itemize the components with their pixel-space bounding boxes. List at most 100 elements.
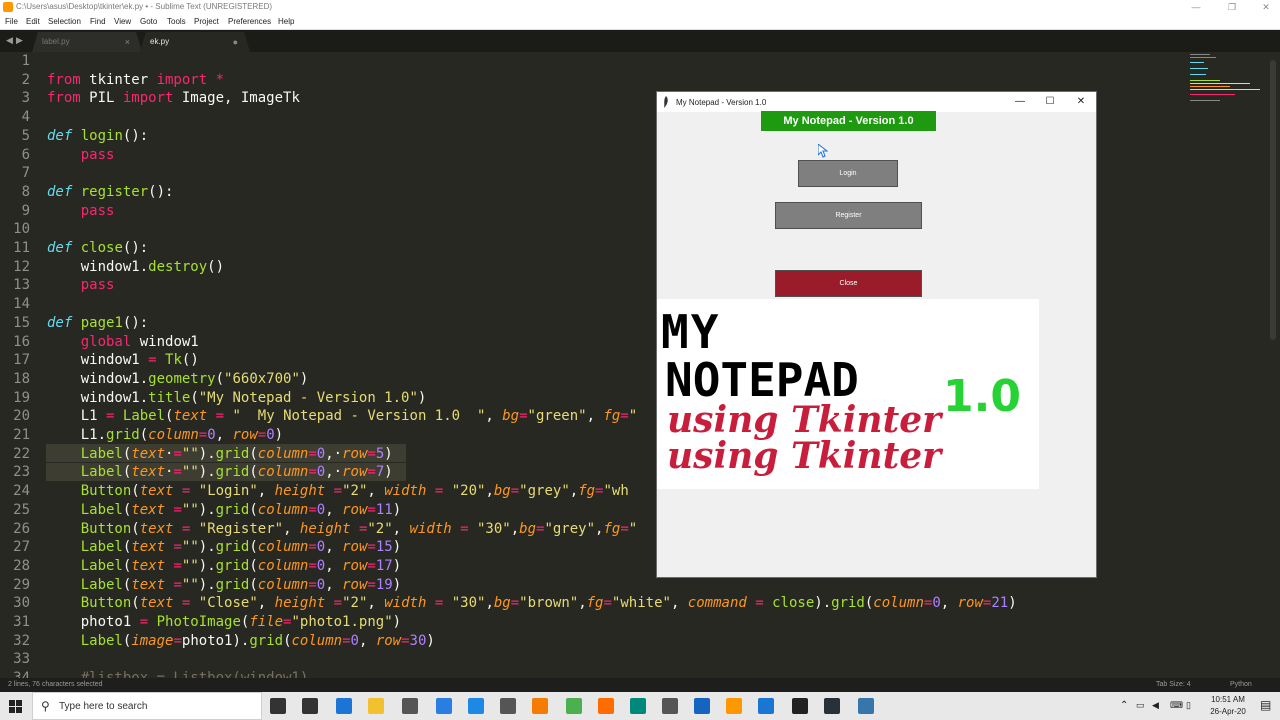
- search-app-icon[interactable]: [532, 698, 548, 714]
- tray-chevron-icon[interactable]: ⌃: [1120, 700, 1128, 711]
- task-view-icon[interactable]: [302, 698, 318, 714]
- code-line[interactable]: Button(text = "Login", height ="2", widt…: [47, 483, 629, 499]
- edge-icon[interactable]: [336, 698, 352, 714]
- register-button[interactable]: Register: [775, 202, 922, 229]
- terminal-icon[interactable]: [824, 698, 840, 714]
- menu-file[interactable]: File: [5, 17, 18, 26]
- code-line[interactable]: pass: [47, 277, 115, 293]
- package-icon[interactable]: [662, 698, 678, 714]
- search-placeholder: Type here to search: [59, 701, 148, 712]
- code-line[interactable]: Button(text = "Close", height ="2", widt…: [47, 595, 1017, 611]
- status-syntax[interactable]: Python: [1230, 681, 1252, 688]
- line-number: 5: [21, 127, 30, 144]
- code-line[interactable]: window1 = Tk(): [47, 352, 199, 368]
- am-app-icon[interactable]: [694, 698, 710, 714]
- mail-icon[interactable]: [436, 698, 452, 714]
- status-tab-size[interactable]: Tab Size: 4: [1156, 681, 1191, 688]
- tab-scroll-left-icon[interactable]: ◀: [6, 35, 13, 46]
- photos-icon[interactable]: [468, 698, 484, 714]
- code-line[interactable]: window1.title("My Notepad - Version 1.0"…: [47, 390, 427, 406]
- tab-close-icon[interactable]: ×: [125, 32, 130, 52]
- taskbar-search-input[interactable]: ⚲ Type here to search: [32, 692, 262, 720]
- network-icon[interactable]: ▭: [1136, 700, 1145, 711]
- line-number: 16: [13, 333, 30, 350]
- tab-dirty-icon[interactable]: ●: [233, 32, 238, 52]
- code-line[interactable]: global window1: [47, 334, 199, 350]
- sublime-icon[interactable]: [726, 698, 742, 714]
- file-explorer-icon[interactable]: [368, 698, 384, 714]
- python-icon[interactable]: [858, 698, 874, 714]
- tray-date[interactable]: 26-Apr-20: [1206, 707, 1250, 716]
- menu-edit[interactable]: Edit: [26, 17, 40, 26]
- snip-icon[interactable]: [500, 698, 516, 714]
- code-line[interactable]: Label(image=photo1).grid(column=0, row=3…: [47, 633, 435, 649]
- notifications-icon[interactable]: ▤: [1260, 698, 1271, 712]
- minimize-button[interactable]: —: [1184, 0, 1208, 14]
- code-line[interactable]: from tkinter import *: [47, 72, 224, 88]
- code-line[interactable]: Label(text ="").grid(column=0, row=19): [47, 577, 401, 593]
- menu-find[interactable]: Find: [90, 17, 106, 26]
- tk-window-title: My Notepad - Version 1.0: [676, 98, 767, 107]
- keyboard-icon[interactable]: ⌨: [1170, 700, 1183, 711]
- code-line[interactable]: L1 = Label(text = " My Notepad - Version…: [47, 408, 637, 424]
- notepad-icon[interactable]: [758, 698, 774, 714]
- menu-help[interactable]: Help: [278, 17, 294, 26]
- firefox-icon[interactable]: [598, 698, 614, 714]
- volume-icon[interactable]: ◀: [1152, 700, 1159, 711]
- code-line[interactable]: Button(text = "Register", height ="2", w…: [47, 521, 637, 537]
- code-line[interactable]: def register():: [47, 184, 173, 200]
- tab-scroll-right-icon[interactable]: ▶: [16, 35, 23, 46]
- code-line[interactable]: window1.geometry("660x700"): [47, 371, 309, 387]
- tab-label: label.py: [42, 37, 70, 46]
- tab-label: ek.py: [150, 37, 170, 46]
- maps-icon[interactable]: [630, 698, 646, 714]
- code-line[interactable]: Label(text ="").grid(column=0, row=11): [47, 502, 401, 518]
- cortana-icon[interactable]: [270, 698, 286, 714]
- code-line[interactable]: def page1():: [47, 315, 148, 331]
- line-number: 27: [13, 539, 30, 556]
- menu-tools[interactable]: Tools: [167, 17, 186, 26]
- code-line[interactable]: def close():: [47, 240, 148, 256]
- code-line[interactable]: pass: [47, 203, 115, 219]
- code-line[interactable]: from PIL import Image, ImageTk: [47, 90, 300, 106]
- tk-close-button[interactable]: ✕: [1066, 93, 1096, 111]
- menu-project[interactable]: Project: [194, 17, 219, 26]
- code-line[interactable]: Label(text ="").grid(column=0, row=17): [47, 558, 401, 574]
- battery-icon[interactable]: ▯: [1186, 700, 1191, 711]
- line-number: 10: [13, 221, 30, 238]
- maximize-button[interactable]: ❐: [1220, 0, 1244, 14]
- menu-selection[interactable]: Selection: [48, 17, 81, 26]
- tab-ek-py[interactable]: ek.py ●: [140, 32, 250, 52]
- editor-scrollbar[interactable]: [1270, 60, 1276, 340]
- tk-minimize-button[interactable]: —: [1005, 93, 1035, 111]
- menu-view[interactable]: View: [114, 17, 131, 26]
- code-line[interactable]: def login():: [47, 128, 148, 144]
- code-line[interactable]: photo1 = PhotoImage(file="photo1.png"): [47, 614, 401, 630]
- code-line[interactable]: pass: [47, 147, 115, 163]
- menu-goto[interactable]: Goto: [140, 17, 157, 26]
- banner-image: MY NOTEPAD 1.0 using Tkinter using Tkint…: [657, 299, 1039, 489]
- code-line[interactable]: Label(text ="").grid(column=0, row=15): [47, 539, 401, 555]
- tab-label-py[interactable]: label.py ×: [32, 32, 142, 52]
- chrome-icon[interactable]: [566, 698, 582, 714]
- close-app-button[interactable]: Close: [775, 270, 922, 297]
- tk-maximize-button[interactable]: ☐: [1035, 93, 1065, 111]
- menu-preferences[interactable]: Preferences: [228, 17, 271, 26]
- store-icon[interactable]: [402, 698, 418, 714]
- minimap[interactable]: [1186, 52, 1266, 112]
- line-number: 24: [13, 483, 30, 500]
- code-line[interactable]: L1.grid(column=0, row=0): [47, 427, 283, 443]
- login-button[interactable]: Login: [798, 160, 898, 187]
- windows-start-icon[interactable]: [9, 700, 22, 713]
- code-line[interactable]: Label(text·="").grid(column=0,·row=7): [47, 464, 393, 480]
- line-number: 3: [21, 90, 30, 107]
- code-line[interactable]: window1.destroy(): [47, 259, 224, 275]
- line-number: 25: [13, 501, 30, 518]
- banner-version: 1.0: [943, 371, 1021, 422]
- banner-subtitle-echo: using Tkinter: [667, 435, 942, 477]
- cmd-icon[interactable]: [792, 698, 808, 714]
- tray-time[interactable]: 10:51 AM: [1206, 695, 1250, 704]
- line-number: 15: [13, 314, 30, 331]
- code-line[interactable]: Label(text·="").grid(column=0,·row=5): [47, 446, 393, 462]
- close-window-button[interactable]: ✕: [1254, 0, 1278, 14]
